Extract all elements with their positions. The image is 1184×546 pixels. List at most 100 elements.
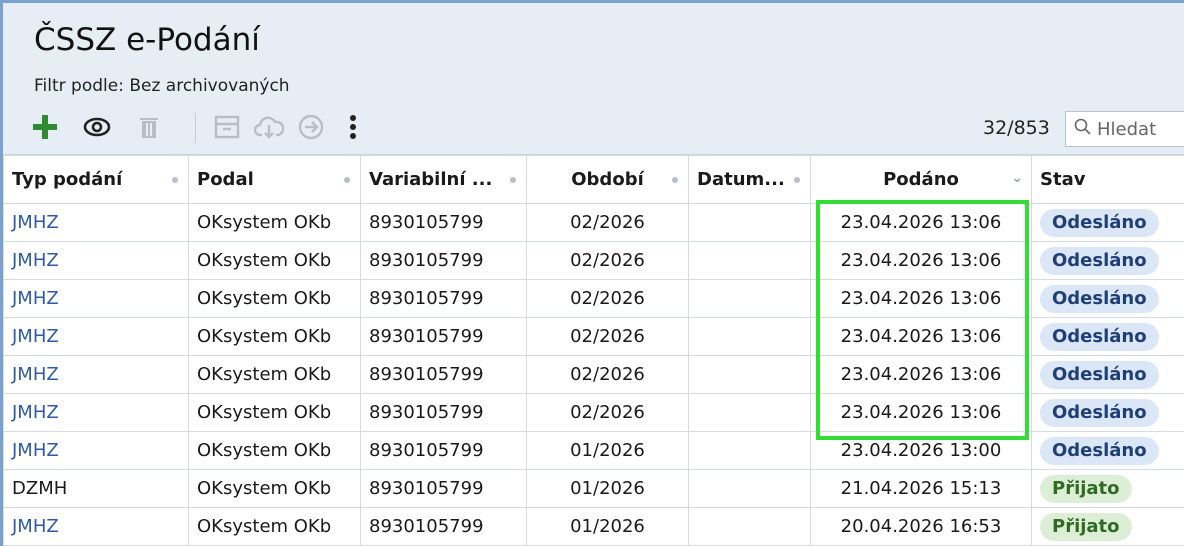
- eye-icon[interactable]: [79, 109, 115, 145]
- cell-variabilni[interactable]: 8930105799: [360, 431, 527, 470]
- column-header-datum[interactable]: Datum...: [688, 155, 811, 204]
- cell-stav[interactable]: Přijato: [1031, 469, 1184, 508]
- column-header-variabilni[interactable]: Variabilní ...: [360, 155, 527, 204]
- table-row[interactable]: JMHZ OKsystem OKb 8930105799 01/2026 23.04.2…: [3, 431, 1184, 470]
- cell-podano[interactable]: 23.04.2026 13:06: [810, 393, 1032, 432]
- cell-typ[interactable]: JMHZ: [3, 241, 189, 280]
- cell-stav[interactable]: Odesláno: [1031, 355, 1184, 394]
- cell-typ[interactable]: JMHZ: [3, 393, 189, 432]
- column-menu-icon[interactable]: [794, 177, 800, 183]
- cell-datum[interactable]: [688, 431, 811, 470]
- cell-datum[interactable]: [688, 507, 811, 546]
- column-header-obdobi[interactable]: Období: [526, 155, 689, 204]
- cell-datum[interactable]: [688, 317, 811, 356]
- cell-obdobi[interactable]: 02/2026: [526, 203, 689, 242]
- cell-podal[interactable]: OKsystem OKb: [188, 203, 361, 242]
- cell-variabilni[interactable]: 8930105799: [360, 203, 527, 242]
- cell-typ[interactable]: JMHZ: [3, 431, 189, 470]
- cell-datum[interactable]: [688, 241, 811, 280]
- table-row[interactable]: JMHZ OKsystem OKb 8930105799 02/2026 23.04.2…: [3, 355, 1184, 394]
- cell-stav[interactable]: Přijato: [1031, 507, 1184, 546]
- filter-label[interactable]: Filtr podle: Bez archivovaných: [34, 76, 290, 96]
- cell-datum[interactable]: [688, 393, 811, 432]
- cell-variabilni[interactable]: 8930105799: [360, 241, 527, 280]
- column-header-typ[interactable]: Typ podání: [3, 155, 189, 204]
- cell-variabilni[interactable]: 8930105799: [360, 279, 527, 318]
- column-menu-icon[interactable]: [672, 177, 678, 183]
- cell-typ-text[interactable]: JMHZ: [12, 516, 59, 537]
- cell-podal[interactable]: OKsystem OKb: [188, 279, 361, 318]
- sort-descending-icon[interactable]: ⌄: [1011, 170, 1023, 186]
- cell-datum[interactable]: [688, 469, 811, 508]
- column-header-podal[interactable]: Podal: [188, 155, 361, 204]
- cell-typ-text[interactable]: JMHZ: [12, 288, 59, 309]
- cell-stav[interactable]: Odesláno: [1031, 241, 1184, 280]
- cell-podano[interactable]: 23.04.2026 13:06: [810, 279, 1032, 318]
- cell-stav[interactable]: Odesláno: [1031, 393, 1184, 432]
- cell-typ[interactable]: JMHZ: [3, 355, 189, 394]
- cell-obdobi[interactable]: 01/2026: [526, 507, 689, 546]
- cell-podal[interactable]: OKsystem OKb: [188, 317, 361, 356]
- cell-podal[interactable]: OKsystem OKb: [188, 355, 361, 394]
- cell-stav[interactable]: Odesláno: [1031, 203, 1184, 242]
- table-row[interactable]: JMHZ OKsystem OKb 8930105799 02/2026 23.04.2…: [3, 203, 1184, 242]
- cell-podano[interactable]: 23.04.2026 13:06: [810, 203, 1032, 242]
- cell-podal[interactable]: OKsystem OKb: [188, 393, 361, 432]
- column-menu-icon[interactable]: [344, 177, 350, 183]
- cell-typ[interactable]: DZMH: [3, 469, 189, 508]
- cell-typ-text[interactable]: JMHZ: [12, 212, 59, 233]
- cell-obdobi[interactable]: 02/2026: [526, 355, 689, 394]
- cell-variabilni[interactable]: 8930105799: [360, 317, 527, 356]
- cell-podal[interactable]: OKsystem OKb: [188, 469, 361, 508]
- table-row[interactable]: JMHZ OKsystem OKb 8930105799 02/2026 23.04.2…: [3, 279, 1184, 318]
- cell-podano[interactable]: 23.04.2026 13:06: [810, 317, 1032, 356]
- cell-typ-text[interactable]: JMHZ: [12, 364, 59, 385]
- cell-typ-text[interactable]: JMHZ: [12, 402, 59, 423]
- cell-variabilni[interactable]: 8930105799: [360, 507, 527, 546]
- cell-typ-text[interactable]: JMHZ: [12, 326, 59, 347]
- cell-typ-text[interactable]: JMHZ: [12, 440, 59, 461]
- cell-podal[interactable]: OKsystem OKb: [188, 241, 361, 280]
- cell-variabilni[interactable]: 8930105799: [360, 355, 527, 394]
- cell-podano[interactable]: 21.04.2026 15:13: [810, 469, 1032, 508]
- cell-typ[interactable]: JMHZ: [3, 507, 189, 546]
- status-badge: Přijato: [1040, 474, 1132, 503]
- cell-podal[interactable]: OKsystem OKb: [188, 507, 361, 546]
- cell-typ-text[interactable]: JMHZ: [12, 250, 59, 271]
- column-header-stav[interactable]: Stav: [1031, 155, 1184, 204]
- cell-podano[interactable]: 23.04.2026 13:06: [810, 355, 1032, 394]
- table-row[interactable]: JMHZ OKsystem OKb 8930105799 01/2026 20.04.2…: [3, 507, 1184, 546]
- cell-podano[interactable]: 20.04.2026 16:53: [810, 507, 1032, 546]
- cell-typ[interactable]: JMHZ: [3, 279, 189, 318]
- cell-typ[interactable]: JMHZ: [3, 203, 189, 242]
- cell-podal[interactable]: OKsystem OKb: [188, 431, 361, 470]
- cell-typ-text[interactable]: DZMH: [12, 478, 67, 499]
- cell-variabilni[interactable]: 8930105799: [360, 469, 527, 508]
- cell-podano[interactable]: 23.04.2026 13:00: [810, 431, 1032, 470]
- table-row[interactable]: JMHZ OKsystem OKb 8930105799 02/2026 23.04.2…: [3, 317, 1184, 356]
- cell-datum[interactable]: [688, 355, 811, 394]
- add-icon[interactable]: [27, 109, 63, 145]
- table-row[interactable]: JMHZ OKsystem OKb 8930105799 02/2026 23.04.2…: [3, 241, 1184, 280]
- cell-variabilni[interactable]: 8930105799: [360, 393, 527, 432]
- cell-datum[interactable]: [688, 203, 811, 242]
- cell-obdobi[interactable]: 02/2026: [526, 279, 689, 318]
- cell-obdobi[interactable]: 02/2026: [526, 393, 689, 432]
- column-menu-icon[interactable]: [172, 177, 178, 183]
- cell-stav[interactable]: Odesláno: [1031, 279, 1184, 318]
- cell-datum[interactable]: [688, 279, 811, 318]
- search-input[interactable]: Hledat: [1065, 111, 1184, 147]
- column-menu-icon[interactable]: [510, 177, 516, 183]
- table-row[interactable]: DZMH OKsystem OKb 8930105799 01/2026 21.04.2…: [3, 469, 1184, 508]
- cell-obdobi[interactable]: 01/2026: [526, 469, 689, 508]
- cell-stav[interactable]: Odesláno: [1031, 317, 1184, 356]
- cell-obdobi[interactable]: 01/2026: [526, 431, 689, 470]
- cell-obdobi[interactable]: 02/2026: [526, 241, 689, 280]
- more-vertical-icon[interactable]: [335, 109, 371, 145]
- cell-stav[interactable]: Odesláno: [1031, 431, 1184, 470]
- cell-typ[interactable]: JMHZ: [3, 317, 189, 356]
- cell-podano[interactable]: 23.04.2026 13:06: [810, 241, 1032, 280]
- table-row[interactable]: JMHZ OKsystem OKb 8930105799 02/2026 23.04.2…: [3, 393, 1184, 432]
- cell-obdobi[interactable]: 02/2026: [526, 317, 689, 356]
- column-header-podano[interactable]: Podáno ⌄: [810, 155, 1032, 204]
